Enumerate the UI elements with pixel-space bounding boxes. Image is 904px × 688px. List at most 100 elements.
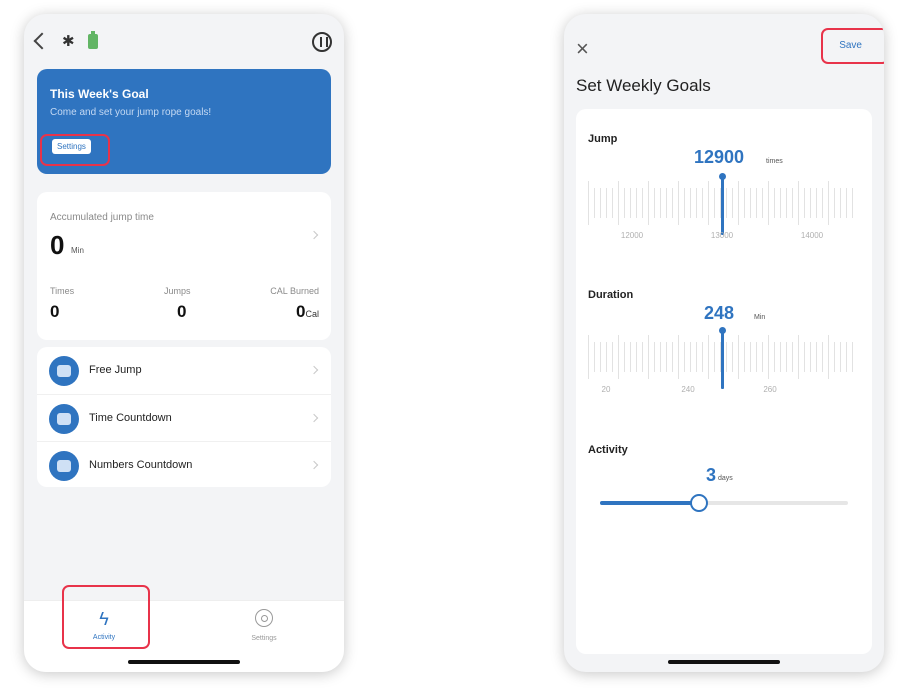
chevron-right-icon [309, 460, 319, 470]
mode-label: Free Jump [89, 364, 142, 376]
tab-settings[interactable]: Settings [214, 609, 314, 642]
ruler-tick [786, 342, 787, 372]
activity-screen: ✱ This Week's Goal Come and set your jum… [24, 14, 344, 672]
ruler-tick [636, 342, 637, 372]
ruler-tick [726, 342, 727, 372]
times-label: Times [50, 286, 75, 296]
cal-unit: Cal [305, 309, 319, 319]
duration-label: Duration [588, 289, 634, 301]
ruler-tick [588, 181, 589, 225]
goal-subtitle: Come and set your jump rope goals! [50, 107, 212, 118]
ruler-tick [648, 181, 649, 225]
accumulated-value: 0 [50, 230, 65, 260]
ruler-tick [612, 188, 613, 218]
ruler-tick [792, 342, 793, 372]
ruler-tick [672, 188, 673, 218]
ruler-tick [798, 181, 799, 225]
ruler-tick [840, 188, 841, 218]
ruler-tick [732, 342, 733, 372]
ruler-tick [606, 188, 607, 218]
counter-icon [49, 451, 79, 481]
weekly-goals-screen: × Save Set Weekly Goals Jump 12900 times… [564, 14, 884, 672]
ruler-tick [690, 188, 691, 218]
ruler-tick [804, 342, 805, 372]
jump-value: 12900 [694, 147, 745, 167]
activity-slider[interactable] [600, 494, 848, 512]
ruler-tick [696, 188, 697, 218]
ruler-tick [702, 188, 703, 218]
mode-time-countdown[interactable]: Time Countdown [37, 394, 331, 441]
duration-ruler[interactable] [588, 327, 853, 389]
ruler-tick [816, 342, 817, 372]
ruler-tick [588, 335, 589, 379]
ruler-tick [852, 342, 853, 372]
slider-fill [600, 501, 700, 505]
power-icon[interactable] [312, 32, 332, 52]
chevron-right-icon [309, 365, 319, 375]
chevron-right-icon [309, 413, 319, 423]
jump-tick-label: 13000 [710, 231, 734, 240]
save-highlight [821, 28, 884, 64]
tab-label: Settings [251, 635, 277, 642]
times-value: 0 [50, 302, 60, 321]
ruler-tick [792, 188, 793, 218]
duration-tick-label: 240 [681, 385, 695, 394]
ruler-tick [600, 188, 601, 218]
ruler-tick [840, 342, 841, 372]
ruler-tick [636, 188, 637, 218]
slider-thumb[interactable] [690, 494, 709, 512]
ruler-tick [756, 342, 757, 372]
mode-label: Numbers Countdown [89, 459, 193, 471]
ruler-tick [810, 188, 811, 218]
activity-unit: days [718, 475, 733, 482]
stats-card[interactable]: Accumulated jump time 0 Min Times 0 Jump… [37, 192, 331, 340]
accumulated-label: Accumulated jump time [50, 212, 154, 223]
ruler-tick [660, 188, 661, 218]
ruler-tick [654, 188, 655, 218]
close-icon[interactable]: × [576, 36, 589, 62]
ruler-tick [672, 342, 673, 372]
ruler-tick [768, 181, 769, 225]
ruler-tick [780, 342, 781, 372]
ruler-tick [738, 335, 739, 379]
ruler-needle[interactable] [719, 173, 726, 235]
ruler-tick [618, 335, 619, 379]
mode-free-jump[interactable]: Free Jump [37, 347, 331, 394]
ruler-tick [666, 342, 667, 372]
ruler-tick [846, 188, 847, 218]
ruler-tick [654, 342, 655, 372]
ruler-tick [642, 342, 643, 372]
ruler-tick [834, 342, 835, 372]
ruler-tick [678, 335, 679, 379]
mode-label: Time Countdown [89, 412, 172, 424]
mode-numbers-countdown[interactable]: Numbers Countdown [37, 441, 331, 488]
duration-unit: Min [754, 314, 766, 321]
ruler-tick [732, 188, 733, 218]
ruler-tick [648, 335, 649, 379]
ruler-needle[interactable] [719, 327, 726, 389]
ruler-tick [708, 181, 709, 225]
ruler-tick [714, 188, 715, 218]
ruler-tick [750, 342, 751, 372]
bluetooth-icon: ✱ [62, 33, 75, 50]
cal-value-wrap: 0Cal [296, 302, 319, 322]
ruler-tick [780, 188, 781, 218]
ruler-tick [828, 335, 829, 379]
battery-icon [88, 31, 98, 49]
ruler-tick [624, 188, 625, 218]
chevron-right-icon [309, 230, 319, 240]
ruler-tick [708, 335, 709, 379]
ruler-tick [846, 342, 847, 372]
ruler-tick [726, 188, 727, 218]
jump-ruler[interactable] [588, 173, 853, 235]
ruler-tick [768, 335, 769, 379]
jump-unit: times [766, 158, 783, 165]
home-indicator [668, 660, 780, 664]
ruler-tick [666, 188, 667, 218]
settings-highlight [40, 134, 110, 166]
ruler-tick [822, 342, 823, 372]
ruler-tick [798, 335, 799, 379]
ruler-tick [594, 188, 595, 218]
back-icon[interactable] [33, 32, 51, 50]
ruler-tick [786, 188, 787, 218]
